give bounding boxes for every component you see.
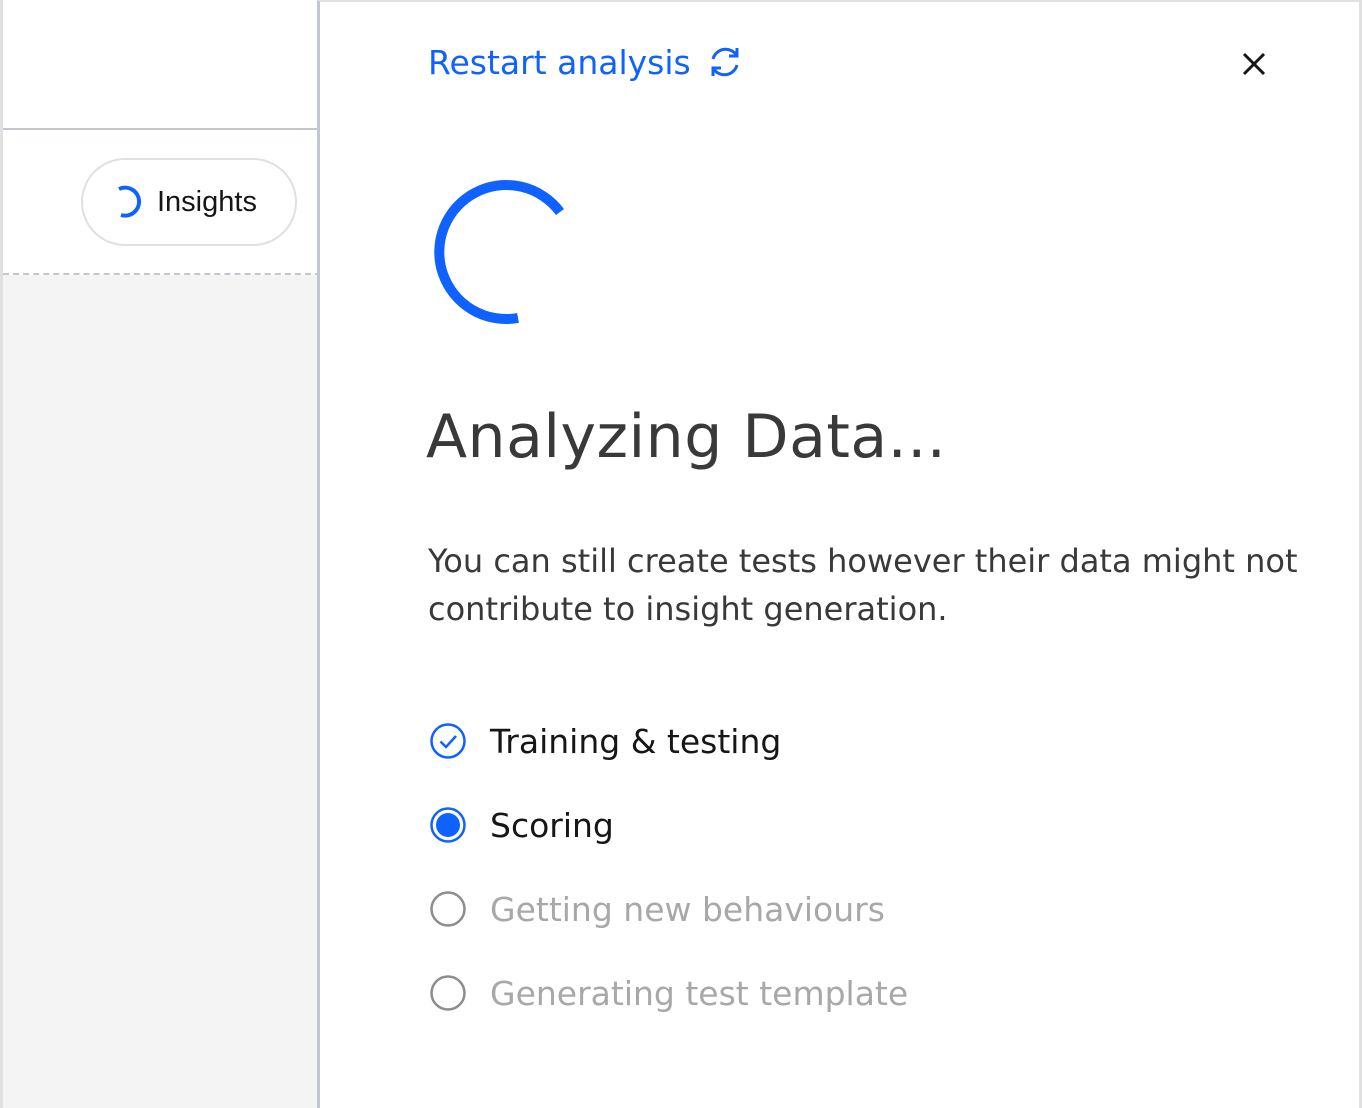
analysis-description: You can still create tests however their… bbox=[428, 542, 1298, 628]
header-divider bbox=[3, 128, 321, 130]
close-button[interactable] bbox=[1236, 46, 1272, 82]
close-icon bbox=[1241, 51, 1267, 77]
analysis-panel: Restart analysis Analyzing Data... You c… bbox=[317, 0, 1362, 1108]
circle-outline-icon bbox=[428, 889, 468, 929]
progress-steps: Training & testing Scoring Getting new b… bbox=[428, 715, 908, 1051]
progress-step-label: Training & testing bbox=[490, 721, 782, 761]
progress-step-scoring: Scoring bbox=[428, 799, 908, 851]
loading-spinner-icon bbox=[428, 178, 578, 328]
circle-outline-icon bbox=[428, 973, 468, 1013]
insights-button[interactable]: Insights bbox=[81, 158, 297, 246]
insights-button-label: Insights bbox=[157, 185, 257, 218]
radio-filled-icon bbox=[428, 805, 468, 845]
progress-step-label: Getting new behaviours bbox=[490, 889, 885, 929]
restart-analysis-label: Restart analysis bbox=[428, 42, 691, 82]
loading-spinner-icon bbox=[107, 183, 145, 221]
progress-step-label: Scoring bbox=[490, 805, 614, 845]
restart-analysis-link[interactable]: Restart analysis bbox=[428, 42, 745, 82]
progress-step-getting-behaviours: Getting new behaviours bbox=[428, 883, 908, 935]
page-title: Analyzing Data... bbox=[426, 402, 947, 472]
progress-step-label: Generating test template bbox=[490, 973, 909, 1013]
restart-icon bbox=[705, 42, 745, 82]
progress-step-generating-template: Generating test template bbox=[428, 967, 908, 1019]
checkmark-outline-icon bbox=[428, 721, 468, 761]
progress-step-training-testing: Training & testing bbox=[428, 715, 908, 767]
left-canvas bbox=[3, 275, 321, 1108]
left-content-area: Insights bbox=[0, 0, 321, 1108]
